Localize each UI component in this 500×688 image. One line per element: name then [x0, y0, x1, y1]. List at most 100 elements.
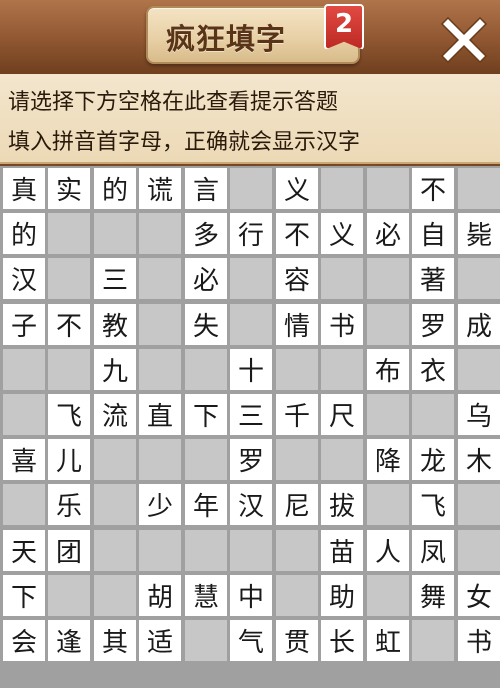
grid-cell[interactable]: 谎 — [139, 168, 181, 209]
grid-cell-empty[interactable] — [185, 349, 227, 390]
grid-cell-empty[interactable] — [139, 258, 181, 299]
grid-cell[interactable]: 舞 — [412, 575, 454, 616]
grid-cell[interactable]: 著 — [412, 258, 454, 299]
grid-cell[interactable]: 慧 — [185, 575, 227, 616]
grid-cell-empty[interactable] — [3, 484, 45, 525]
grid-cell[interactable]: 汉 — [3, 258, 45, 299]
grid-cell[interactable]: 三 — [230, 394, 272, 435]
grid-cell-empty[interactable] — [139, 349, 181, 390]
grid-cell-empty[interactable] — [321, 168, 363, 209]
grid-cell[interactable]: 义 — [321, 213, 363, 254]
grid-cell[interactable]: 九 — [94, 349, 136, 390]
grid-cell[interactable]: 三 — [94, 258, 136, 299]
grid-cell[interactable]: 尼 — [276, 484, 318, 525]
grid-cell-empty[interactable] — [139, 439, 181, 480]
grid-cell[interactable]: 儿 — [48, 439, 90, 480]
grid-cell[interactable]: 逢 — [48, 620, 90, 661]
grid-cell[interactable]: 书 — [458, 620, 500, 661]
grid-cell-empty[interactable] — [230, 168, 272, 209]
grid-cell[interactable]: 飞 — [48, 394, 90, 435]
grid-cell-empty[interactable] — [185, 530, 227, 571]
grid-cell-empty[interactable] — [458, 484, 500, 525]
grid-cell-empty[interactable] — [458, 168, 500, 209]
grid-cell[interactable]: 会 — [3, 620, 45, 661]
grid-cell-empty[interactable] — [94, 575, 136, 616]
grid-cell-empty[interactable] — [321, 349, 363, 390]
grid-cell-empty[interactable] — [367, 484, 409, 525]
grid-cell[interactable]: 不 — [48, 304, 90, 345]
grid-cell[interactable]: 胡 — [139, 575, 181, 616]
grid-cell[interactable]: 不 — [276, 213, 318, 254]
grid-cell[interactable]: 罗 — [412, 304, 454, 345]
grid-cell-empty[interactable] — [230, 530, 272, 571]
grid-cell[interactable]: 自 — [412, 213, 454, 254]
grid-cell-empty[interactable] — [48, 213, 90, 254]
grid-cell-empty[interactable] — [94, 484, 136, 525]
grid-cell[interactable]: 适 — [139, 620, 181, 661]
grid-cell[interactable]: 团 — [48, 530, 90, 571]
grid-cell[interactable]: 实 — [48, 168, 90, 209]
grid-cell[interactable]: 情 — [276, 304, 318, 345]
grid-cell-empty[interactable] — [412, 394, 454, 435]
grid-cell[interactable]: 言 — [185, 168, 227, 209]
grid-cell[interactable]: 女 — [458, 575, 500, 616]
grid-cell-empty[interactable] — [94, 530, 136, 571]
grid-cell[interactable]: 布 — [367, 349, 409, 390]
grid-cell-empty[interactable] — [3, 349, 45, 390]
grid-cell[interactable]: 长 — [321, 620, 363, 661]
grid-cell[interactable]: 义 — [276, 168, 318, 209]
grid-cell-empty[interactable] — [185, 439, 227, 480]
grid-cell-empty[interactable] — [458, 530, 500, 571]
grid-cell[interactable]: 人 — [367, 530, 409, 571]
close-button[interactable] — [438, 14, 490, 66]
grid-cell[interactable]: 容 — [276, 258, 318, 299]
grid-cell[interactable]: 天 — [3, 530, 45, 571]
grid-cell[interactable]: 十 — [230, 349, 272, 390]
grid-cell[interactable]: 多 — [185, 213, 227, 254]
grid-cell[interactable]: 拔 — [321, 484, 363, 525]
grid-cell-empty[interactable] — [367, 258, 409, 299]
grid-cell-empty[interactable] — [139, 530, 181, 571]
grid-cell-empty[interactable] — [321, 439, 363, 480]
grid-cell[interactable]: 其 — [94, 620, 136, 661]
grid-cell[interactable]: 下 — [185, 394, 227, 435]
grid-cell[interactable]: 虹 — [367, 620, 409, 661]
grid-cell[interactable]: 中 — [230, 575, 272, 616]
grid-cell-empty[interactable] — [458, 258, 500, 299]
grid-cell[interactable]: 贯 — [276, 620, 318, 661]
grid-cell[interactable]: 成 — [458, 304, 500, 345]
grid-cell[interactable]: 飞 — [412, 484, 454, 525]
grid-cell[interactable]: 书 — [321, 304, 363, 345]
grid-cell-empty[interactable] — [276, 349, 318, 390]
grid-cell[interactable]: 苗 — [321, 530, 363, 571]
grid-cell-empty[interactable] — [230, 258, 272, 299]
grid-cell[interactable]: 必 — [185, 258, 227, 299]
grid-cell[interactable]: 毙 — [458, 213, 500, 254]
grid-cell-empty[interactable] — [276, 575, 318, 616]
grid-cell[interactable]: 罗 — [230, 439, 272, 480]
grid-cell-empty[interactable] — [185, 620, 227, 661]
grid-cell-empty[interactable] — [48, 349, 90, 390]
grid-cell-empty[interactable] — [48, 575, 90, 616]
grid-cell[interactable]: 降 — [367, 439, 409, 480]
grid-cell[interactable]: 汉 — [230, 484, 272, 525]
grid-cell[interactable]: 木 — [458, 439, 500, 480]
grid-cell[interactable]: 凤 — [412, 530, 454, 571]
grid-cell[interactable]: 不 — [412, 168, 454, 209]
grid-cell-empty[interactable] — [367, 575, 409, 616]
grid-cell[interactable]: 龙 — [412, 439, 454, 480]
grid-cell-empty[interactable] — [321, 258, 363, 299]
grid-cell-empty[interactable] — [367, 394, 409, 435]
grid-cell[interactable]: 下 — [3, 575, 45, 616]
grid-cell[interactable]: 尺 — [321, 394, 363, 435]
grid-cell-empty[interactable] — [412, 620, 454, 661]
grid-cell[interactable]: 千 — [276, 394, 318, 435]
grid-cell[interactable]: 助 — [321, 575, 363, 616]
grid-cell[interactable]: 乐 — [48, 484, 90, 525]
grid-cell[interactable]: 失 — [185, 304, 227, 345]
grid-cell[interactable]: 少 — [139, 484, 181, 525]
grid-cell-empty[interactable] — [230, 304, 272, 345]
grid-cell-empty[interactable] — [367, 168, 409, 209]
grid-cell-empty[interactable] — [94, 439, 136, 480]
grid-cell[interactable]: 年 — [185, 484, 227, 525]
